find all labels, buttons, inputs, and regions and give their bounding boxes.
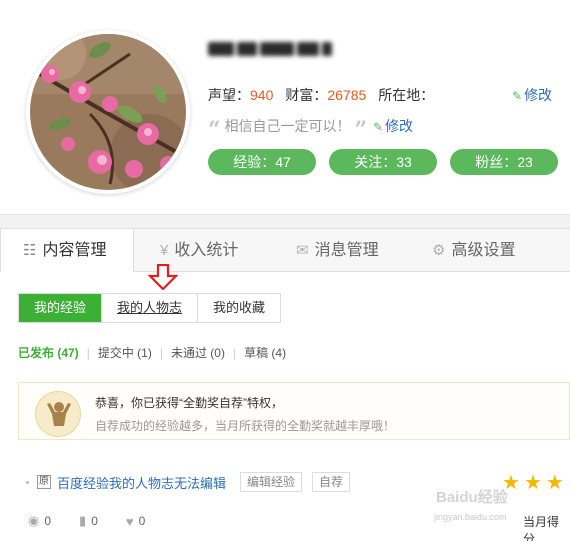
avatar[interactable] — [26, 30, 190, 194]
votes-value: 0 — [91, 514, 98, 528]
votes-count: ▮ 0 — [79, 513, 98, 529]
subtab-my-favorites[interactable]: 我的收藏 — [197, 294, 280, 322]
filter-published[interactable]: 已发布 (47) — [18, 346, 79, 360]
pencil-icon: ✎ — [372, 120, 384, 134]
likes-count: ♥ 0 — [126, 513, 145, 529]
original-badge: 原 — [37, 475, 51, 489]
subtab-my-experience[interactable]: 我的经验 — [19, 294, 102, 322]
month-score-label: 当月得分 — [523, 515, 560, 541]
bar-chart-icon: ▮ — [79, 513, 87, 528]
gear-icon: ⚙ — [432, 242, 446, 259]
tab-income-stats[interactable]: ¥ 收入统计 — [160, 229, 280, 272]
divider: | — [86, 346, 90, 360]
views-value: 0 — [44, 514, 52, 528]
tab-message-management[interactable]: ✉ 消息管理 — [296, 229, 416, 272]
rating-stars: ★ ★ ★ — [502, 470, 568, 495]
eye-icon: ◉ — [28, 513, 40, 528]
tab-content-management[interactable]: ☷ 内容管理 — [0, 229, 134, 274]
red-arrow-icon — [148, 264, 178, 290]
tab-label: 收入统计 — [174, 242, 239, 259]
edit-motto-link[interactable]: ✎ 修改 — [373, 118, 413, 134]
tab-advanced-settings[interactable]: ⚙ 高级设置 — [432, 229, 552, 272]
bullet-icon — [26, 480, 29, 484]
views-count: ◉ 0 — [28, 513, 51, 529]
mail-icon: ✉ — [296, 242, 309, 259]
edit-location-label: 修改 — [524, 87, 553, 103]
sub-tab-group: 我的经验 我的人物志 我的收藏 — [18, 293, 282, 323]
divider: | — [232, 346, 237, 360]
list-icon: ☷ — [23, 242, 37, 259]
notice-subtitle: 自荐成功的经验越多，当月所获得的全勤奖就越丰厚哦！ — [95, 419, 396, 433]
baidu-watermark: Baidu经验 — [436, 489, 508, 506]
tab-label: 消息管理 — [314, 242, 379, 259]
motto: “ 相信自己一定可以！ ” ✎ 修改 — [208, 116, 413, 143]
open-quote-icon: “ — [208, 117, 221, 143]
notice-title: 恭喜，你已获得“全勤奖自荐”特权， — [95, 396, 283, 410]
list-item: 原 百度经验我的人物志无法编辑 编辑经验 自荐 — [26, 472, 360, 492]
edit-location-link[interactable]: ✎ 修改 — [512, 85, 552, 105]
likes-value: 0 — [138, 514, 146, 528]
fans-pill[interactable]: 粉丝：23 — [450, 149, 558, 175]
follow-pill[interactable]: 关注：33 — [329, 149, 437, 175]
divider: | — [159, 346, 163, 360]
username-blurred-shape — [208, 40, 338, 62]
star-icon: ★ — [545, 472, 564, 494]
reputation-label: 声望： — [208, 87, 250, 103]
tab-label: 高级设置 — [451, 242, 516, 259]
location-label: 所在地： — [378, 87, 435, 103]
yen-icon: ¥ — [160, 242, 169, 259]
heart-icon: ♥ — [125, 513, 134, 529]
subtab-my-profile-story[interactable]: 我的人物志 — [101, 294, 197, 322]
item-meta: ◉ 0 ▮ 0 ♥ 0 — [28, 513, 173, 529]
filter-rejected[interactable]: 未通过 (0) — [171, 346, 225, 360]
avatar-image — [30, 34, 186, 190]
tab-label: 内容管理 — [42, 242, 107, 259]
status-filters: 已发布 (47) | 提交中 (1) | 未通过 (0) | 草稿 (4) — [18, 344, 286, 361]
motto-text: 相信自己一定可以！ — [224, 118, 351, 134]
reputation-value: 940 — [250, 87, 274, 103]
wealth-value: 26785 — [327, 87, 367, 103]
privilege-notice: 恭喜，你已获得“全勤奖自荐”特权， 自荐成功的经验越多，当月所获得的全勤奖就越丰… — [18, 382, 570, 440]
content-panel: 我的经验 我的人物志 我的收藏 已发布 (47) | 提交中 (1) | 未通过 (0)… — [0, 264, 570, 541]
wealth-label: 财富： — [285, 87, 328, 103]
filter-drafts[interactable]: 草稿 (4) — [244, 346, 286, 360]
edit-experience-button[interactable]: 编辑经验 — [240, 472, 303, 492]
close-quote-icon: ” — [354, 117, 368, 143]
self-recommend-button[interactable]: 自荐 — [312, 472, 351, 492]
cheer-icon — [35, 391, 81, 437]
profile-card: 声望：940 财富：26785 所在地： ✎ 修改 “ 相信自己一定可以！ ” ✎ 修改… — [0, 0, 570, 215]
item-title-link[interactable]: 百度经验我的人物志无法编辑 — [57, 473, 226, 492]
star-icon: ★ — [523, 472, 542, 494]
experience-pill[interactable]: 经验：47 — [208, 149, 316, 175]
pencil-icon: ✎ — [512, 89, 523, 103]
main-tab-bar: ☷ 内容管理 ¥ 收入统计 ✉ 消息管理 ⚙ 高级设置 — [0, 228, 570, 274]
edit-motto-label: 修改 — [385, 118, 414, 134]
filter-submitting[interactable]: 提交中 (1) — [98, 346, 152, 360]
profile-stats: 声望：940 财富：26785 所在地： — [208, 85, 434, 105]
watermark-url: jingyan.baidu.com — [434, 512, 507, 522]
